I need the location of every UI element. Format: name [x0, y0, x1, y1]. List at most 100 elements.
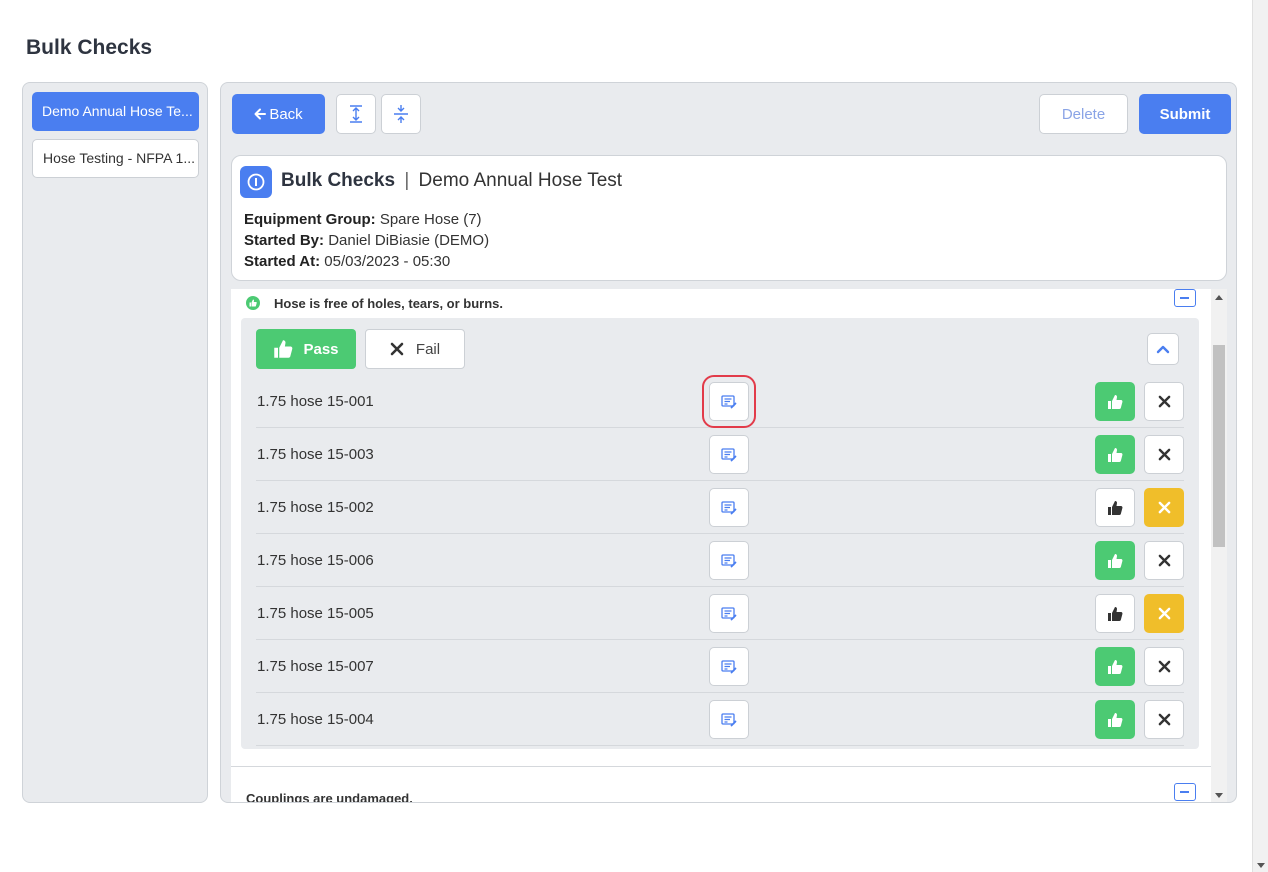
equipment-group-value: Spare Hose (7) — [379, 211, 482, 228]
check-items-group: Pass Fail 1.75 hose 15-001 1.75 hose 15-0… — [241, 318, 1199, 749]
content-scrollbar[interactable] — [1211, 289, 1227, 802]
item-pass-button[interactable] — [1095, 435, 1135, 474]
note-edit-icon — [721, 394, 737, 408]
section-divider — [231, 766, 1211, 767]
add-note-button[interactable] — [702, 375, 756, 428]
page-scroll-down-arrow[interactable] — [1257, 863, 1265, 868]
x-icon — [1158, 660, 1170, 673]
x-icon — [1158, 554, 1170, 567]
collapse-check-button[interactable] — [1174, 289, 1196, 307]
sidebar: Demo Annual Hose Te... Hose Testing - NF… — [22, 82, 208, 803]
table-row: 1.75 hose 15-003 — [256, 428, 1184, 481]
thumbs-up-icon — [249, 299, 257, 307]
thumbs-up-icon — [274, 340, 293, 358]
item-fail-button[interactable] — [1144, 435, 1184, 474]
info-card: Bulk Checks | Demo Annual Hose Test Equi… — [231, 155, 1227, 281]
thumbs-up-icon — [1108, 500, 1123, 515]
item-pass-button[interactable] — [1095, 541, 1135, 580]
add-note-button[interactable] — [709, 488, 749, 527]
sidebar-item-hose-testing-nfpa[interactable]: Hose Testing - NFPA 1... — [32, 139, 199, 178]
collapse-vertical-icon — [394, 105, 408, 123]
submit-button[interactable]: Submit — [1139, 94, 1231, 134]
collapse-group-button[interactable] — [1147, 333, 1179, 365]
x-icon — [1158, 448, 1170, 461]
item-fail-button[interactable] — [1144, 488, 1184, 527]
item-name: 1.75 hose 15-002 — [257, 499, 374, 516]
item-fail-button[interactable] — [1144, 647, 1184, 686]
started-by-label: Started By: — [244, 232, 325, 249]
thumbs-up-icon — [1108, 606, 1123, 621]
x-icon — [1158, 713, 1170, 726]
scroll-up-arrow[interactable] — [1215, 295, 1223, 300]
x-icon — [390, 342, 404, 356]
info-title-main: Bulk Checks — [281, 170, 396, 191]
arrow-left-icon — [254, 108, 267, 120]
page-title: Bulk Checks — [26, 36, 153, 59]
add-note-button[interactable] — [709, 594, 749, 633]
item-fail-button[interactable] — [1144, 541, 1184, 580]
pass-all-button[interactable]: Pass — [256, 329, 356, 369]
started-by-line: Started By: Daniel DiBiasie (DEMO) — [244, 232, 489, 249]
add-note-button[interactable] — [709, 435, 749, 474]
expand-all-button[interactable] — [336, 94, 376, 134]
equipment-group-line: Equipment Group: Spare Hose (7) — [244, 211, 482, 228]
page-scrollbar[interactable] — [1252, 0, 1268, 872]
item-pass-button[interactable] — [1095, 488, 1135, 527]
info-icon — [247, 173, 265, 191]
note-edit-icon — [721, 659, 737, 673]
thumbs-up-icon — [1108, 712, 1123, 727]
main-panel: Back Delete Submit Bulk Checks | Demo An… — [220, 82, 1237, 803]
info-icon-box — [240, 166, 272, 198]
started-by-value: Daniel DiBiasie (DEMO) — [328, 232, 490, 249]
check-title: Couplings are undamaged. — [246, 791, 413, 803]
table-row: 1.75 hose 15-007 — [256, 640, 1184, 693]
collapse-all-button[interactable] — [381, 94, 421, 134]
table-row: 1.75 hose 15-001 — [256, 375, 1184, 428]
thumbs-up-icon — [1108, 553, 1123, 568]
item-fail-button[interactable] — [1144, 382, 1184, 421]
item-name: 1.75 hose 15-004 — [257, 711, 374, 728]
note-edit-icon — [721, 553, 737, 567]
note-edit-icon — [721, 606, 737, 620]
add-note-button[interactable] — [709, 647, 749, 686]
table-row: 1.75 hose 15-006 — [256, 534, 1184, 587]
item-pass-button[interactable] — [1095, 382, 1135, 421]
started-at-line: Started At: 05/03/2023 - 05:30 — [244, 253, 450, 270]
checks-scroll-area: Hose is free of holes, tears, or burns. … — [231, 289, 1211, 803]
item-pass-button[interactable] — [1095, 647, 1135, 686]
back-button[interactable]: Back — [232, 94, 325, 134]
note-edit-icon — [721, 447, 737, 461]
item-pass-button[interactable] — [1095, 594, 1135, 633]
sidebar-item-demo-annual-hose-test[interactable]: Demo Annual Hose Te... — [32, 92, 199, 131]
started-at-label: Started At: — [244, 253, 321, 270]
x-icon — [1158, 501, 1170, 514]
scroll-thumb[interactable] — [1213, 345, 1225, 547]
back-button-label: Back — [269, 105, 303, 123]
item-name: 1.75 hose 15-005 — [257, 605, 374, 622]
x-icon — [1158, 395, 1170, 408]
collapse-check-button[interactable] — [1174, 783, 1196, 801]
pass-all-label: Pass — [303, 340, 339, 358]
scroll-down-arrow[interactable] — [1215, 793, 1223, 798]
item-fail-button[interactable] — [1144, 700, 1184, 739]
x-icon — [1158, 607, 1170, 620]
fail-all-label: Fail — [415, 340, 441, 358]
info-title-subtitle: Demo Annual Hose Test — [418, 170, 623, 191]
chevron-up-icon — [1156, 345, 1170, 354]
thumbs-up-icon — [1108, 659, 1123, 674]
item-name: 1.75 hose 15-007 — [257, 658, 374, 675]
note-edit-icon — [721, 500, 737, 514]
add-note-button[interactable] — [709, 700, 749, 739]
item-pass-button[interactable] — [1095, 700, 1135, 739]
item-name: 1.75 hose 15-003 — [257, 446, 374, 463]
thumbs-up-icon — [1108, 447, 1123, 462]
delete-button[interactable]: Delete — [1039, 94, 1128, 134]
item-fail-button[interactable] — [1144, 594, 1184, 633]
note-edit-icon — [721, 712, 737, 726]
add-note-button[interactable] — [709, 541, 749, 580]
fail-all-button[interactable]: Fail — [365, 329, 465, 369]
thumbs-up-icon — [1108, 394, 1123, 409]
check-title: Hose is free of holes, tears, or burns. — [274, 296, 504, 311]
pass-status-dot — [246, 296, 260, 310]
expand-vertical-icon — [350, 105, 362, 123]
